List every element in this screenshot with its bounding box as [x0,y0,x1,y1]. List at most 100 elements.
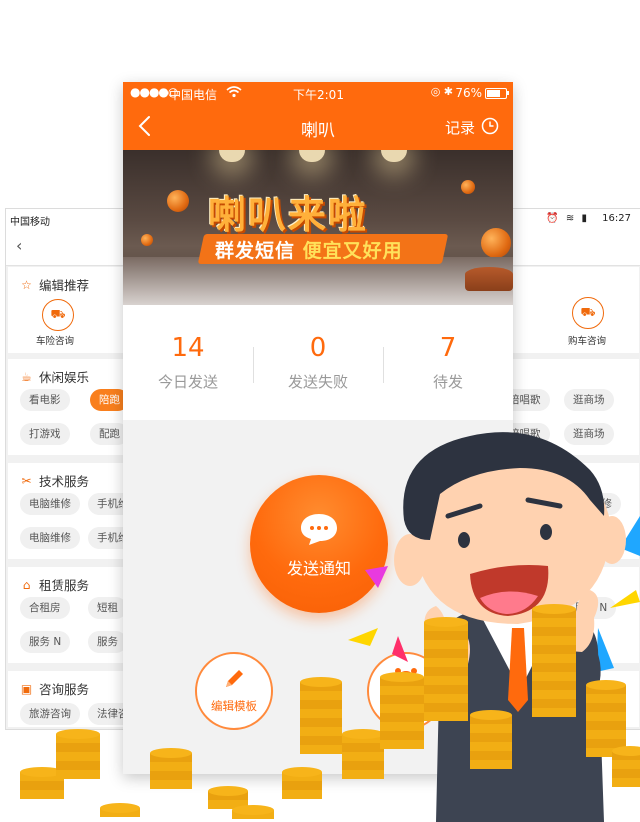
pencil-icon [226,670,243,687]
decor-ball [461,180,475,194]
bg-section-title: 咨询服务 [39,682,90,697]
send-notification-button[interactable]: 发送通知 [250,475,388,613]
bg-item-label: 车险咨询 [36,336,75,347]
scheduled-send-button[interactable]: 定时发送 [367,652,445,730]
bg-chip[interactable]: 打游戏 [20,423,70,445]
stat-failed[interactable]: 0 发送失败 [253,333,383,392]
bg-clock: 16:27 [602,213,631,224]
bg-chip[interactable]: 维修 [582,493,621,515]
car-insurance-icon[interactable]: ⛟ [42,299,74,331]
bg-chip[interactable]: 旅游咨询 [20,703,80,725]
stat-label: 待发 [432,373,463,391]
coin [232,810,274,819]
bg-item-label: 购车咨询 [568,336,607,347]
coin [612,778,640,787]
bg-back-icon[interactable]: ‹ [16,236,22,255]
coin-top [612,746,640,756]
coin [282,781,322,790]
stat-label: 发送失败 [287,373,348,391]
tools-icon: ✂ [21,473,32,488]
coin-top [56,729,100,739]
record-link[interactable]: 记录 [445,117,475,138]
stats-panel: 14 今日发送 0 发送失败 7 待发 [123,305,513,420]
status-bar: ●●●●○ 中国电信 下午2:01 ◎ ✱ 76% [123,82,513,104]
banner-subline-b: 便宜又好用 [302,240,403,262]
promo-banner[interactable]: 喇叭来啦 群发短信 便宜又好用 [123,150,513,305]
coin [612,769,640,778]
coin-top [232,805,274,815]
bg-chip[interactable]: 电脑维修 [20,493,80,515]
house-icon: ⌂ [22,577,31,592]
consult-icon: ▣ [20,681,33,696]
bg-carrier: 中国移动 [10,217,50,228]
coin [586,748,626,757]
bg-chip[interactable]: 逛商场 [564,389,614,411]
bg-section-title: 编辑推荐 [39,278,90,293]
bg-chip[interactable]: 合租房 [20,597,70,619]
send-button-label: 发送通知 [286,559,351,578]
banner-subline: 群发短信 便宜又好用 [215,236,403,263]
stat-label: 今日发送 [157,373,218,391]
decor-ball [481,228,511,258]
coin-top [208,786,248,796]
coin [586,730,626,739]
coin-top [100,803,140,813]
bg-chip[interactable]: 服务 [88,631,127,653]
chat-bubble-icon [301,514,337,545]
star-outline-icon: ☆ [21,277,32,292]
battery-percent: 76% [455,86,482,100]
coin [56,752,100,761]
coin [100,808,140,817]
coffee-icon: ☕ [21,369,32,384]
coin [612,751,640,760]
bg-section-title: 技术服务 [39,474,90,489]
coin [208,800,248,809]
coin [20,772,64,781]
status-time: 下午2:01 [293,88,344,102]
coin [586,739,626,748]
bg-chip[interactable]: 看电影 [20,389,70,411]
stat-value: 0 [309,333,327,363]
bg-status-icons: ⏰ ≋ ▮ [546,213,589,224]
coin [56,770,100,779]
coin [56,761,100,770]
stat-pending[interactable]: 7 待发 [383,333,513,392]
spotlight [381,150,407,162]
battery-fill [487,90,500,97]
clock-icon[interactable] [481,117,499,135]
bg-chip[interactable]: 服务 N [20,631,71,653]
coin [56,734,100,743]
battery-icon [485,88,509,99]
coin [208,791,248,800]
bg-chip[interactable]: 逛商场 [564,423,614,445]
bluetooth-icon: ◎ ✱ [430,85,453,98]
phone-screen: ●●●●○ 中国电信 下午2:01 ◎ ✱ 76% 喇叭 记录 喇叭来啦 群发短… [123,82,513,774]
stat-value: 7 [439,333,457,363]
nav-bar: 喇叭 记录 [123,104,513,150]
coin [612,760,640,769]
stat-today-sent[interactable]: 14 今日发送 [123,333,253,392]
bg-section-title: 休闲娱乐 [39,370,90,385]
coin-top [20,767,64,777]
banner-headline: 喇叭来啦 [208,193,369,237]
bg-chip[interactable]: 短租 [88,597,127,619]
coin [20,781,64,790]
stat-value: 14 [171,333,205,363]
wifi-icon [226,86,242,98]
bg-chip[interactable]: 电脑维修 [20,527,80,549]
alarm-clock-icon [395,668,417,689]
car-icon[interactable]: ⛟ [572,297,604,329]
spotlight [299,150,325,162]
bg-chip[interactable]: 情感咨询 [564,703,624,725]
edit-template-button[interactable]: 编辑模板 [195,652,273,730]
scheduled-send-label: 定时发送 [383,699,429,713]
spotlight [219,150,245,162]
coin [56,743,100,752]
carrier-name: 中国电信 [169,88,218,102]
coin [282,790,322,799]
bg-chip[interactable]: 服务 N [566,597,617,619]
decor-ball [167,190,189,212]
banner-subline-a: 群发短信 [215,240,296,262]
banner-pedestal [465,267,513,291]
decor-ball [141,234,153,246]
